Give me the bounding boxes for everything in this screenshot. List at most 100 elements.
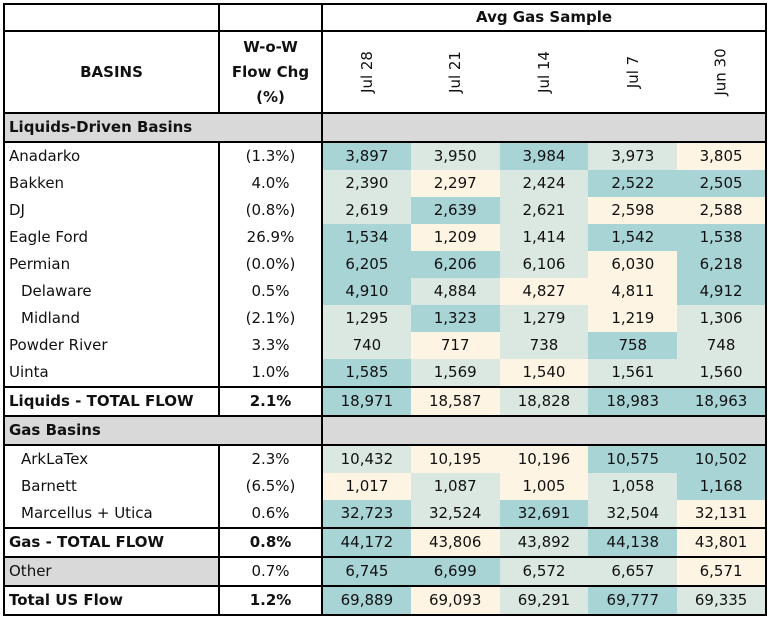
flow-value: 10,195 [410,445,500,473]
flow-value: 18,971 [322,386,411,417]
flow-value: 2,588 [677,197,768,224]
group-title: Avg Gas Sample [322,3,768,31]
date-header: Jul 21 [410,30,500,114]
chg-header-line-2: Flow Chg [231,62,310,81]
flow-value: 69,777 [588,585,678,616]
flow-value: 6,657 [588,556,678,587]
flow-value: 18,983 [588,386,678,417]
flow-value: 6,205 [322,251,411,278]
flow-value: 43,892 [499,527,589,558]
basin-name: Midland [3,305,220,332]
flow-value: 2,297 [410,170,500,197]
flow-value: 32,524 [410,500,500,528]
table-row: Marcellus + Utica 0.6% 32,723 32,524 32,691 3… [3,500,768,528]
flow-value: 4,912 [677,278,768,305]
flow-value: 1,087 [410,473,500,500]
wow-change: (0.0%) [219,251,323,278]
flow-value: 1,209 [410,224,500,251]
flow-value: 6,206 [410,251,500,278]
wow-change: (6.5%) [219,473,323,500]
wow-change: (2.1%) [219,305,323,332]
flow-value: 1,005 [499,473,589,500]
table-row: Barnett (6.5%) 1,017 1,087 1,005 1,058 1,168 [3,473,768,500]
flow-value: 3,950 [410,142,500,170]
flow-value: 1,168 [677,473,768,500]
flow-value: 4,910 [322,278,411,305]
flow-value: 1,017 [322,473,411,500]
date-label: Jun 30 [712,48,731,96]
flow-value: 10,432 [322,445,411,473]
flow-value: 6,218 [677,251,768,278]
basins-header: BASINS [3,30,220,114]
date-header: Jul 7 [588,30,678,114]
flow-value: 1,058 [588,473,678,500]
us-total-row: Total US Flow 1.2% 69,889 69,093 69,291 69,77… [3,585,768,616]
flow-value: 1,540 [499,359,589,387]
flow-value: 2,598 [588,197,678,224]
flow-value: 2,639 [410,197,500,224]
wow-change: (0.8%) [219,197,323,224]
flow-value: 69,335 [677,585,768,616]
flow-value: 1,585 [322,359,411,387]
flow-value: 6,030 [588,251,678,278]
flow-value: 4,827 [499,278,589,305]
flow-value: 1,561 [588,359,678,387]
basin-name: Delaware [3,278,220,305]
flow-value: 2,505 [677,170,768,197]
flow-value: 10,196 [499,445,589,473]
wow-change: 0.7% [219,556,323,587]
flow-value: 740 [322,332,411,359]
basin-name: ArkLaTex [3,445,220,473]
basin-name: DJ [3,197,220,224]
flow-value: 2,390 [322,170,411,197]
flow-value: 6,572 [499,556,589,587]
flow-value: 3,973 [588,142,678,170]
basin-name: Liquids - TOTAL FLOW [3,386,220,417]
section-header-row: Gas Basins [3,415,768,446]
corner-cell-2 [219,3,323,31]
flow-value: 1,306 [677,305,768,332]
flow-value: 1,295 [322,305,411,332]
wow-change: 0.8% [219,527,323,558]
wow-change: 2.1% [219,386,323,417]
table-row: Bakken 4.0% 2,390 2,297 2,424 2,522 2,505 [3,170,768,197]
flow-value: 738 [499,332,589,359]
table-row: Midland (2.1%) 1,295 1,323 1,279 1,219 1,306 [3,305,768,332]
wow-change: (1.3%) [219,142,323,170]
flow-value: 2,619 [322,197,411,224]
flow-value: 69,093 [410,585,500,616]
wow-change: 0.5% [219,278,323,305]
flow-value: 18,828 [499,386,589,417]
flow-value: 18,963 [677,386,768,417]
wow-change: 1.0% [219,359,323,387]
table-row: Anadarko (1.3%) 3,897 3,950 3,984 3,973 3,805 [3,142,768,170]
date-label: Jul 14 [534,51,553,93]
section-spacer [322,415,768,446]
total-row: Liquids - TOTAL FLOW 2.1% 18,971 18,587 18,8… [3,386,768,417]
flow-value: 1,323 [410,305,500,332]
basin-name: Permian [3,251,220,278]
flow-value: 43,801 [677,527,768,558]
flow-value: 1,569 [410,359,500,387]
corner-cell [3,3,220,31]
wow-change: 1.2% [219,585,323,616]
wow-change: 0.6% [219,500,323,528]
table-row: ArkLaTex 2.3% 10,432 10,195 10,196 10,575 10,5… [3,445,768,473]
total-row: Gas - TOTAL FLOW 0.8% 44,172 43,806 43,892 44… [3,527,768,558]
flow-value: 1,542 [588,224,678,251]
flow-value: 69,889 [322,585,411,616]
table-row: Uinta 1.0% 1,585 1,569 1,540 1,561 1,560 [3,359,768,387]
flow-value: 2,522 [588,170,678,197]
flow-value: 1,538 [677,224,768,251]
chg-header: W-o-W Flow Chg (%) [219,30,323,114]
section-title: Liquids-Driven Basins [3,112,323,143]
basin-name: Powder River [3,332,220,359]
flow-value: 6,745 [322,556,411,587]
section-header-row: Liquids-Driven Basins [3,112,768,143]
table-row: Eagle Ford 26.9% 1,534 1,209 1,414 1,542 1,538 [3,224,768,251]
date-header: Jul 28 [322,30,411,114]
flow-value: 44,172 [322,527,411,558]
wow-change: 2.3% [219,445,323,473]
flow-value: 10,502 [677,445,768,473]
wow-change: 4.0% [219,170,323,197]
